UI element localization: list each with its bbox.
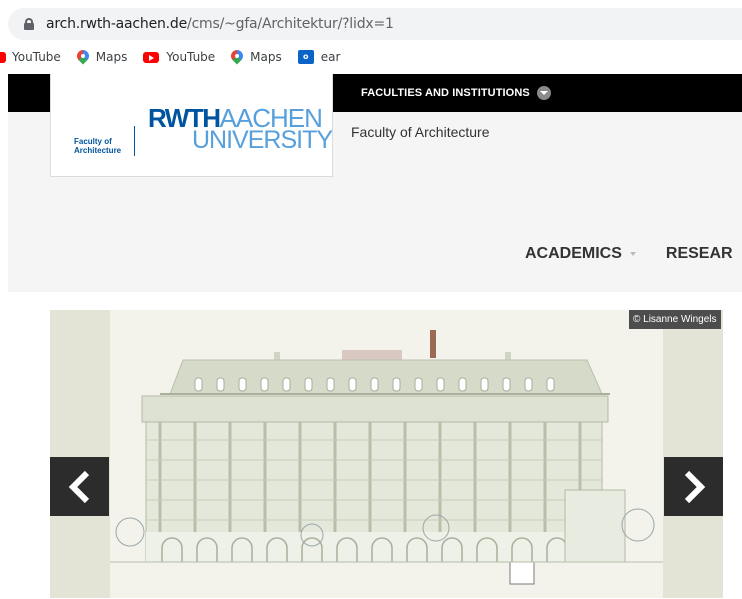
- bookmark-label: YouTube: [166, 50, 216, 64]
- maps-icon: [228, 47, 246, 65]
- url-domain: arch.rwth-aachen.de: [46, 16, 188, 32]
- chevron-down-icon[interactable]: [536, 86, 551, 100]
- lock-icon[interactable]: [24, 18, 34, 30]
- maps-icon: [74, 47, 92, 65]
- url-path: /cms/~gfa/Architektur/?lidx=1: [187, 16, 394, 32]
- image-credit: © Lisanne Wingels: [629, 310, 721, 329]
- logo-divider: [134, 126, 135, 156]
- faculties-menu-label: FACULTIES AND INSTITUTIONS: [361, 87, 530, 99]
- logo-university: UNIVERSITY: [192, 126, 333, 154]
- main-nav: ACADEMICS RESEAR: [525, 245, 733, 263]
- bookmark-youtube-2[interactable]: YouTube: [143, 50, 215, 64]
- bookmark-label: YouTube: [12, 50, 61, 64]
- logo-faculty-text: Faculty of Architecture: [74, 137, 121, 155]
- youtube-icon: [143, 51, 160, 63]
- rwth-logo[interactable]: Faculty of Architecture RWTHAACHEN UNIVE…: [50, 74, 333, 177]
- bookmark-outlook[interactable]: o ear: [297, 50, 341, 64]
- faculties-menu[interactable]: FACULTIES AND INSTITUTIONS: [361, 86, 551, 100]
- url-text: arch.rwth-aachen.de/cms/~gfa/Architektur…: [46, 16, 394, 32]
- bookmarks-bar: YouTube Maps YouTube Maps o ear: [0, 44, 742, 70]
- bookmark-label: ear: [320, 50, 341, 64]
- chevron-right-icon: [684, 470, 705, 503]
- site-name[interactable]: Faculty of Architecture: [351, 124, 490, 140]
- chevron-left-icon: [68, 470, 89, 503]
- hero-slider: [50, 310, 723, 598]
- slider-prev-button[interactable]: [50, 457, 109, 516]
- slider-next-button[interactable]: [664, 457, 723, 516]
- building-elevation-image: [110, 330, 663, 585]
- address-bar[interactable]: arch.rwth-aachen.de/cms/~gfa/Architektur…: [8, 8, 742, 40]
- caret-down-icon[interactable]: [629, 252, 636, 256]
- nav-research[interactable]: RESEAR: [666, 245, 733, 263]
- bookmark-maps[interactable]: Maps: [74, 47, 128, 65]
- outlook-icon: o: [297, 50, 314, 64]
- nav-academics[interactable]: ACADEMICS: [525, 245, 622, 263]
- bookmark-label: Maps: [250, 50, 282, 64]
- bookmark-youtube[interactable]: YouTube: [0, 50, 61, 64]
- bookmark-label: Maps: [95, 50, 128, 64]
- bookmark-maps-2[interactable]: Maps: [228, 47, 282, 65]
- logo-faculty-line2: Architecture: [74, 146, 122, 155]
- youtube-icon: [0, 51, 6, 63]
- logo-faculty-line1: Faculty of: [74, 137, 112, 146]
